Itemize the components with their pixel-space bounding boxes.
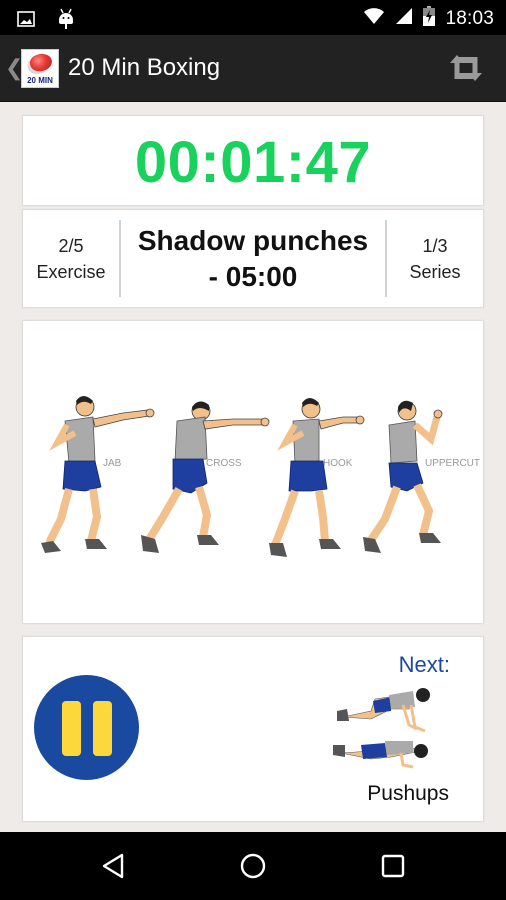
timer-card: 00:01:47 <box>23 116 483 205</box>
wifi-icon <box>363 7 385 30</box>
back-button[interactable] <box>98 851 128 881</box>
logo-text: 20 MIN <box>27 76 53 85</box>
navigation-bar <box>0 832 506 900</box>
home-icon <box>240 853 266 879</box>
series-label: Series <box>409 261 461 282</box>
elapsed-timer: 00:01:47 <box>134 130 372 195</box>
recents-icon <box>381 854 405 878</box>
app-logo[interactable]: 20 MIN <box>21 49 59 88</box>
exercise-name: Shadow punches <box>137 224 369 256</box>
image-notification-icon <box>17 11 35 32</box>
workout-screen: 00:01:47 2/5 Exercise Shadow punches - 0… <box>0 102 506 832</box>
back-icon <box>102 853 124 879</box>
jab-figure <box>41 396 155 553</box>
battery-charging-icon <box>423 6 436 31</box>
app-title: 20 Min Boxing <box>68 54 221 81</box>
boxing-moves-image: JAB CROSS HOOK UPPERCUT <box>41 396 480 557</box>
exercise-info-card: 2/5 Exercise Shadow punches - 05:00 1/3 … <box>23 210 483 307</box>
move-label-hook: HOOK <box>323 458 353 469</box>
next-exercise-name: Pushups <box>367 782 449 805</box>
next-exercise-image <box>333 688 430 769</box>
move-label-jab: JAB <box>103 458 122 469</box>
pause-button[interactable] <box>34 675 139 780</box>
hook-figure <box>269 398 365 557</box>
next-label: Next: <box>398 652 450 677</box>
clock: 18:03 <box>445 7 494 29</box>
exercise-progress: 2/5 <box>58 235 84 256</box>
android-debug-icon <box>57 8 75 35</box>
series-progress: 1/3 <box>422 235 448 256</box>
home-button[interactable] <box>238 851 268 881</box>
pause-icon-bar <box>93 701 112 756</box>
status-bar: 18:03 <box>0 0 506 35</box>
exercise-label: Exercise <box>36 261 106 282</box>
boxing-glove-icon <box>28 51 54 74</box>
signal-icon <box>395 7 413 30</box>
action-bar: ❮ 20 MIN 20 Min Boxing <box>0 35 506 102</box>
exercise-counter: 2/5 Exercise <box>23 210 119 307</box>
move-label-uppercut: UPPERCUT <box>425 458 480 469</box>
pause-icon <box>62 701 81 756</box>
move-label-cross: CROSS <box>206 458 242 469</box>
series-counter: 1/3 Series <box>387 210 483 307</box>
exercise-duration: - 05:00 <box>208 260 298 292</box>
repeat-icon <box>450 55 482 81</box>
current-exercise: Shadow punches - 05:00 <box>121 210 385 307</box>
uppercut-figure <box>363 400 443 553</box>
recents-button[interactable] <box>378 851 408 881</box>
exercise-illustration: JAB CROSS HOOK UPPERCUT <box>23 321 483 623</box>
cross-figure <box>141 401 270 553</box>
repeat-button[interactable] <box>446 51 486 85</box>
controls-card: Next: Pushups <box>23 637 483 821</box>
